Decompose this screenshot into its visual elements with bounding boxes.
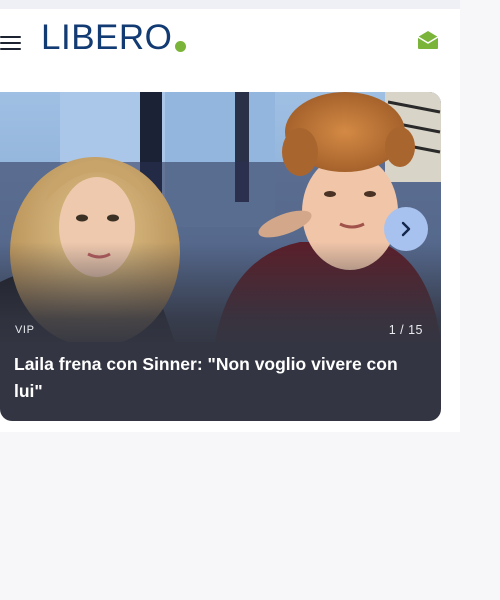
next-slide-button[interactable] bbox=[384, 207, 428, 251]
logo-text: LIBERO bbox=[41, 18, 173, 57]
menu-line bbox=[0, 48, 21, 51]
menu-line bbox=[0, 42, 21, 45]
logo-dot bbox=[175, 41, 187, 52]
slide-counter: 1 / 15 bbox=[388, 323, 423, 337]
site-header: LIBERO bbox=[0, 12, 460, 74]
top-strip bbox=[0, 0, 460, 9]
menu-line bbox=[0, 36, 21, 39]
mail-icon[interactable] bbox=[416, 28, 440, 52]
slideshow-headline[interactable]: Laila frena con Sinner: "Non voglio vive… bbox=[14, 351, 414, 405]
photo-gradient-overlay bbox=[0, 242, 441, 352]
libero-logo[interactable]: LIBERO bbox=[41, 18, 187, 57]
chevron-right-icon bbox=[401, 221, 411, 237]
hamburger-menu-icon[interactable] bbox=[0, 34, 22, 52]
category-label[interactable]: VIP bbox=[15, 324, 35, 336]
slideshow-card[interactable]: VIP 1 / 15 Laila frena con Sinner: "Non … bbox=[0, 92, 441, 421]
